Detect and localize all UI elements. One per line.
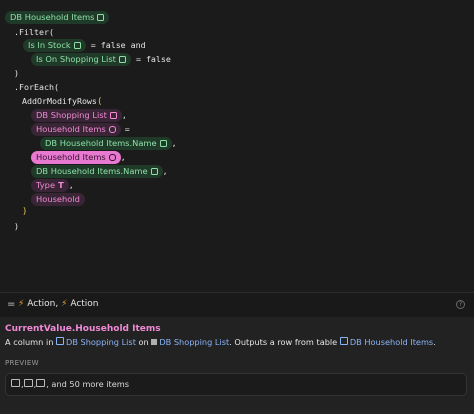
link-label: DB Household Items bbox=[349, 337, 434, 347]
preview-box: ,,, and 50 more items bbox=[5, 373, 467, 396]
info-title: CurrentValue.Household Items bbox=[5, 324, 161, 334]
link-label: DB Shopping List bbox=[66, 337, 136, 347]
code-line-close-filter: ) bbox=[14, 67, 19, 80]
table-icon bbox=[109, 112, 117, 119]
code-line-arg-type: Type T, bbox=[31, 179, 74, 193]
code-line-arg-household-items: Household Items = bbox=[31, 123, 130, 137]
text-type-icon: T bbox=[58, 180, 64, 190]
code-line-foreach: .ForEach( bbox=[14, 81, 59, 94]
comma: , bbox=[120, 152, 126, 162]
comma: , bbox=[121, 110, 127, 120]
code-line-add-rows: AddOrModifyRows( bbox=[22, 95, 102, 109]
table-icon bbox=[339, 337, 348, 345]
link-db-shopping-list-table[interactable]: DB Shopping List bbox=[151, 337, 229, 347]
desc-on: on bbox=[135, 337, 152, 347]
link-db-shopping-list-column[interactable]: DB Shopping List bbox=[56, 337, 136, 347]
checkbox-icon bbox=[118, 56, 126, 63]
code-line-final-paren: ) bbox=[14, 220, 19, 233]
column-chip-household-items-selected[interactable]: Household Items bbox=[31, 151, 121, 164]
chip-label: DB Shopping List bbox=[36, 110, 107, 120]
code-line-arg-household-items-selected: Household Items, bbox=[31, 151, 126, 165]
link-icon bbox=[108, 154, 116, 161]
chip-label: DB Household Items bbox=[10, 12, 95, 22]
column-chip-is-in-stock[interactable]: Is In Stock bbox=[23, 39, 86, 52]
column-chip-is-on-shopping-list[interactable]: Is On Shopping List bbox=[31, 53, 131, 66]
chip-label: Is On Shopping List bbox=[36, 54, 116, 64]
chip-label: Household Items bbox=[36, 124, 106, 134]
column-chip-type[interactable]: Type T bbox=[31, 179, 69, 192]
code-line-1: DB Household Items bbox=[5, 11, 110, 25]
chip-label: DB Household Items.Name bbox=[45, 138, 157, 148]
value-chip-household[interactable]: Household bbox=[31, 193, 85, 206]
chip-label: Household Items bbox=[36, 152, 106, 162]
equals-icon: = bbox=[7, 299, 16, 310]
desc-prefix: A column in bbox=[5, 337, 57, 347]
text-column-icon bbox=[159, 140, 167, 147]
code-line-filter-arg2: Is On Shopping List = false bbox=[31, 53, 171, 67]
info-description: A column in DB Shopping List on DB Shopp… bbox=[5, 337, 436, 347]
desc-mid: . Outputs a row from table bbox=[229, 337, 340, 347]
filter-arg2-rest: = false bbox=[130, 54, 171, 64]
code-line-filter-arg1: Is In Stock = false and bbox=[23, 39, 146, 53]
comma: , bbox=[162, 166, 168, 176]
code-line-close-bracket: ) bbox=[22, 206, 27, 219]
text-column-icon bbox=[150, 168, 158, 175]
chip-label: Is In Stock bbox=[28, 40, 71, 50]
result-type-label: ⚡ Action, ⚡ Action bbox=[18, 299, 99, 309]
desc-end: . bbox=[433, 337, 436, 347]
help-icon[interactable]: ? bbox=[456, 300, 465, 309]
close-paren: ) bbox=[14, 68, 19, 78]
close-paren: ) bbox=[14, 221, 19, 231]
comma: , bbox=[171, 138, 177, 148]
table-chip-db-shopping-list[interactable]: DB Shopping List bbox=[31, 109, 122, 122]
bolt-icon: ⚡ bbox=[61, 299, 68, 309]
filter-arg1-rest: = false and bbox=[85, 40, 146, 50]
foreach-keyword: .ForEach( bbox=[14, 82, 59, 92]
chip-label: DB Household Items.Name bbox=[36, 166, 148, 176]
info-panel: CurrentValue.Household Items A column in… bbox=[0, 317, 474, 414]
result-type-bar: = ⚡ Action, ⚡ Action ? bbox=[0, 293, 474, 317]
link-label: DB Shopping List bbox=[159, 337, 230, 347]
row-icon bbox=[11, 379, 20, 387]
column-chip-household-items[interactable]: Household Items bbox=[31, 123, 121, 136]
table-icon bbox=[97, 14, 105, 21]
add-or-modify-rows-function: AddOrModifyRows bbox=[22, 96, 97, 106]
filter-keyword: .Filter( bbox=[14, 27, 54, 37]
column-chip-household-items-name[interactable]: DB Household Items.Name bbox=[40, 137, 172, 150]
chip-label: Type bbox=[36, 180, 56, 190]
code-line-arg-household-name1: DB Household Items.Name, bbox=[40, 137, 177, 151]
equals-sign: = bbox=[124, 124, 130, 134]
open-bracket: ( bbox=[96, 97, 103, 107]
link-db-household-items[interactable]: DB Household Items bbox=[339, 337, 434, 347]
column-chip-household-items-name-2[interactable]: DB Household Items.Name bbox=[31, 165, 163, 178]
code-line-arg-household: Household bbox=[31, 193, 85, 207]
preview-label: PREVIEW bbox=[5, 359, 39, 367]
link-icon bbox=[108, 126, 116, 133]
chip-label: Household bbox=[36, 194, 80, 204]
checkbox-icon bbox=[73, 42, 81, 49]
bolt-icon: ⚡ bbox=[18, 299, 25, 309]
table-icon bbox=[56, 337, 65, 345]
table-chip-household-items[interactable]: DB Household Items bbox=[5, 11, 110, 24]
row-icon bbox=[36, 379, 46, 387]
comma: , bbox=[68, 180, 74, 190]
formula-editor[interactable]: DB Household Items .Filter( Is In Stock … bbox=[0, 0, 474, 292]
code-line-arg-shopping-list: DB Shopping List, bbox=[31, 109, 127, 123]
result-type-b: Action bbox=[70, 299, 99, 309]
result-type-a: Action bbox=[27, 299, 56, 309]
code-line-filter: .Filter( bbox=[14, 26, 54, 39]
preview-more-items: , and 50 more items bbox=[46, 379, 130, 389]
row-icon bbox=[23, 379, 33, 387]
code-line-arg-household-name2: DB Household Items.Name, bbox=[31, 165, 168, 179]
close-bracket: ) bbox=[22, 207, 28, 217]
preview-text: ,,, and 50 more items bbox=[11, 379, 129, 389]
table-icon bbox=[151, 339, 158, 345]
